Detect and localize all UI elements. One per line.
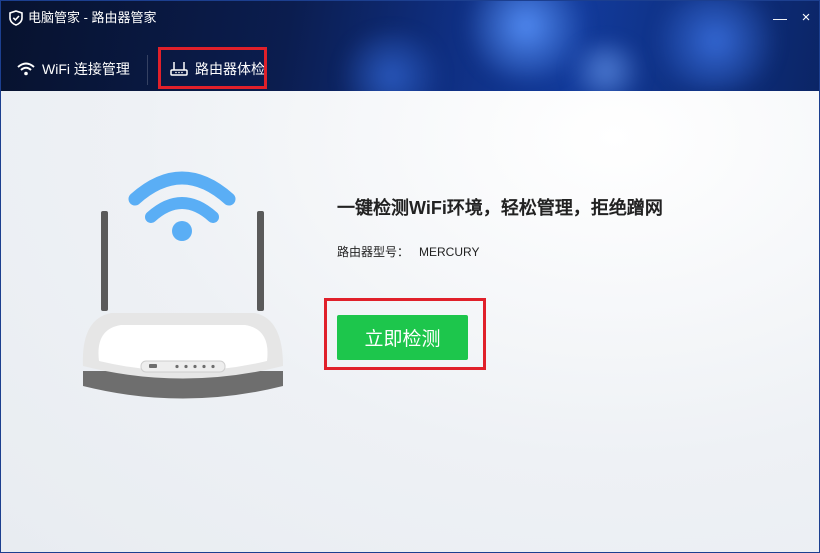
app-window: 电脑管家 - 路由器管家 — × WiFi 连接管理 路由器体检 一键检测WiF… bbox=[0, 0, 820, 553]
title-bar[interactable]: 电脑管家 - 路由器管家 — × bbox=[1, 1, 819, 35]
wifi-icon bbox=[17, 62, 35, 76]
model-label: 路由器型号： bbox=[337, 245, 410, 259]
start-check-button[interactable]: 立即检测 bbox=[337, 315, 468, 360]
window-title: 电脑管家 - 路由器管家 bbox=[28, 10, 157, 25]
header: 电脑管家 - 路由器管家 — × WiFi 连接管理 路由器体检 bbox=[1, 1, 819, 91]
tab-divider bbox=[147, 55, 148, 85]
minimize-button[interactable]: — bbox=[771, 9, 789, 27]
close-button[interactable]: × bbox=[797, 9, 815, 27]
router-model: 路由器型号： MERCURY bbox=[337, 243, 479, 260]
headline: 一键检测WiFi环境，轻松管理，拒绝蹭网 bbox=[337, 198, 663, 218]
shield-icon bbox=[9, 10, 23, 26]
tab-label: WiFi 连接管理 bbox=[42, 61, 130, 77]
tab-wifi-management[interactable]: WiFi 连接管理 bbox=[16, 47, 130, 91]
tab-highlight-box bbox=[158, 47, 267, 89]
router-illustration bbox=[82, 171, 283, 399]
tab-bar: WiFi 连接管理 路由器体检 bbox=[1, 47, 819, 91]
wifi-signal-icon bbox=[128, 171, 236, 241]
model-value: MERCURY bbox=[419, 245, 480, 259]
